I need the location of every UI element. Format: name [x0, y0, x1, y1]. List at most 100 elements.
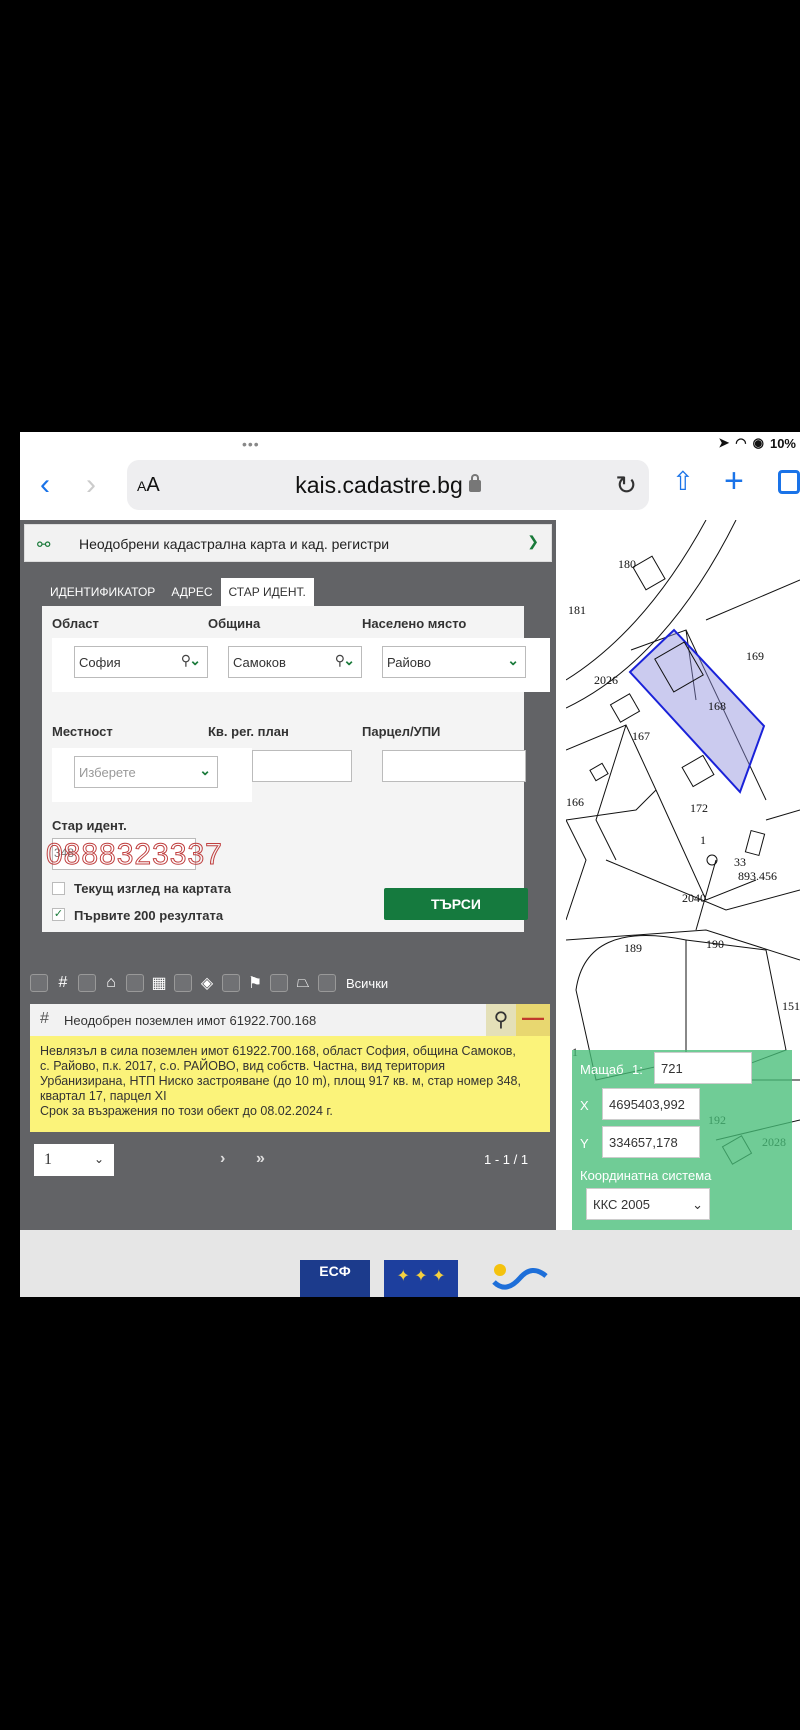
- battery-percent: 10%: [769, 435, 796, 451]
- old-id-label: Стар идент.: [52, 818, 127, 833]
- parcel-input[interactable]: [382, 750, 526, 782]
- forward-icon[interactable]: ›: [86, 468, 96, 502]
- tool-checkbox[interactable]: [126, 974, 144, 992]
- parcel-label: Парцел/УПИ: [362, 724, 441, 739]
- parcel-number: 168: [708, 699, 726, 713]
- y-coordinate[interactable]: 334657,178: [602, 1126, 700, 1158]
- next-page-icon[interactable]: ›: [220, 1150, 225, 1168]
- ipad-screen: ••• ➤ ◠ ◉ 10% ‹ › AA kais.cadastre.bg ↻ …: [20, 432, 800, 1297]
- parcel-number: 181: [568, 603, 586, 617]
- result-count: 1 - 1 / 1: [484, 1152, 529, 1167]
- coordinate-panel: Мащаб 1: 721 X 4695403,992 Y 334657,178 …: [572, 1050, 792, 1230]
- chevron-down-icon: ⌄: [199, 762, 211, 778]
- tool-checkbox[interactable]: [174, 974, 192, 992]
- parcel-number: 180: [618, 557, 636, 571]
- grid-icon[interactable]: #: [52, 974, 74, 992]
- tool-checkbox[interactable]: [270, 974, 288, 992]
- polygon-icon[interactable]: ⏢: [292, 974, 314, 992]
- first200-label: Първите 200 резултата: [74, 908, 224, 923]
- parcel-number: 1: [700, 833, 706, 847]
- parcel-number: 172: [690, 801, 708, 815]
- building-icon[interactable]: ▦: [148, 973, 170, 993]
- tab-old-identifier[interactable]: СТАР ИДЕНТ.: [220, 578, 314, 606]
- obshtina-label: Община: [208, 616, 261, 631]
- oblast-select[interactable]: София ⚲ ⌄: [74, 646, 208, 678]
- multitask-dots[interactable]: •••: [242, 436, 260, 452]
- current-view-checkbox[interactable]: [52, 882, 65, 895]
- locality-select[interactable]: Изберете ⌄: [74, 756, 218, 788]
- url-text: kais.cadastre.bg: [127, 472, 649, 499]
- search-button[interactable]: ТЪРСИ: [384, 888, 528, 920]
- parcel-number: 2040: [682, 891, 706, 905]
- current-view-label: Текущ изглед на картата: [74, 881, 231, 896]
- parcel-number: 166: [566, 795, 584, 809]
- settlement-select[interactable]: Райово ⌄: [382, 646, 526, 678]
- coord-system-select[interactable]: ККС 2005 ⌄: [586, 1188, 710, 1220]
- wifi-icon: ◠: [735, 435, 747, 450]
- chevron-down-icon: ⌄: [343, 652, 355, 668]
- info-line: квартал 17, парцел XI: [40, 1089, 167, 1103]
- result-title: Неодобрен поземлен имот 61922.700.168: [64, 1013, 317, 1028]
- info-line: Срок за възражения по този обект до 08.0…: [40, 1104, 333, 1118]
- phone-overlay-text: 0888323337: [46, 838, 223, 872]
- parcel-number: 151: [782, 999, 800, 1013]
- chevron-down-icon: ⌄: [189, 652, 201, 668]
- parcel-number: 190: [706, 937, 724, 951]
- cadastral-map[interactable]: 180 181 169 2026 168 167 166 172 1 33 893.456 2040 1…: [566, 520, 800, 1230]
- reload-icon[interactable]: ↻: [615, 470, 637, 501]
- x-label: X: [580, 1098, 589, 1113]
- plan-input[interactable]: [252, 750, 352, 782]
- address-bar[interactable]: AA kais.cadastre.bg ↻: [127, 460, 649, 510]
- chevron-down-icon: ⌄: [692, 1197, 703, 1212]
- lock-icon: [468, 474, 481, 492]
- home-icon[interactable]: ⌂: [100, 974, 122, 992]
- chevron-down-icon: ⌄: [93, 1152, 104, 1166]
- all-label: Всички: [346, 975, 389, 991]
- first200-checkbox[interactable]: ✓: [52, 908, 65, 921]
- flag-icon[interactable]: ⚑: [244, 973, 266, 993]
- search-icon[interactable]: ⚲: [486, 1004, 516, 1036]
- chevron-down-icon[interactable]: ❯: [527, 533, 539, 550]
- tool-checkbox[interactable]: [30, 974, 48, 992]
- cadastre-layer-icon: ⚯: [37, 537, 51, 554]
- parcel-number: 893.456: [738, 869, 777, 883]
- tool-checkbox[interactable]: [222, 974, 240, 992]
- parcel-number: 167: [632, 729, 650, 743]
- chevron-down-icon: ⌄: [507, 652, 519, 668]
- coord-system-label: Координатна система: [580, 1168, 712, 1183]
- collapse-minus-icon[interactable]: —: [516, 1004, 550, 1036]
- tabs-overview-icon[interactable]: [778, 470, 800, 494]
- x-coordinate[interactable]: 4695403,992: [602, 1088, 700, 1120]
- scale-label: Мащаб: [580, 1062, 624, 1077]
- status-bar: ••• ➤ ◠ ◉ 10%: [20, 432, 800, 454]
- browser-toolbar: ‹ › AA kais.cadastre.bg ↻ ⇧ +: [20, 454, 800, 520]
- page-select[interactable]: 1 ⌄: [34, 1144, 114, 1176]
- tool-checkbox[interactable]: [78, 974, 96, 992]
- locality-label: Местност: [52, 724, 113, 739]
- eu-flag-logo: ✦ ✦ ✦: [384, 1260, 458, 1297]
- result-header: # Неодобрен поземлен имот 61922.700.168 …: [30, 1004, 550, 1036]
- new-tab-icon[interactable]: +: [724, 462, 744, 501]
- layer-selector[interactable]: ⚯ Неодобрени кадастрална карта и кад. ре…: [24, 524, 552, 562]
- pagination: 1 ⌄ › » 1 - 1 / 1: [30, 1142, 550, 1178]
- back-icon[interactable]: ‹: [40, 468, 50, 502]
- grid-icon: #: [40, 1010, 49, 1027]
- tab-address[interactable]: АДРЕС: [163, 578, 220, 606]
- selected-parcel[interactable]: [628, 628, 766, 794]
- plan-label: Кв. рег. план: [208, 724, 289, 739]
- scale-input[interactable]: 721: [654, 1052, 752, 1084]
- parcel-number: 189: [624, 941, 642, 955]
- search-panel: ⚯ Неодобрени кадастрална карта и кад. ре…: [20, 520, 556, 1230]
- tab-identifier[interactable]: ИДЕНТИФИКАТОР: [42, 578, 163, 606]
- parcel-number: 169: [746, 649, 764, 663]
- location-icon: ➤: [718, 435, 730, 450]
- layers-icon[interactable]: ◈: [196, 973, 218, 993]
- last-page-icon[interactable]: »: [256, 1150, 265, 1168]
- esf-logo: ЕСФ: [300, 1260, 370, 1297]
- tool-checkbox[interactable]: [318, 974, 336, 992]
- settlement-label: Населено място: [362, 616, 467, 631]
- obshtina-select[interactable]: Самоков ⚲ ⌄: [228, 646, 362, 678]
- share-icon[interactable]: ⇧: [672, 466, 694, 497]
- layer-title: Неодобрени кадастрална карта и кад. реги…: [79, 536, 390, 552]
- parcel-number: 2026: [594, 673, 618, 687]
